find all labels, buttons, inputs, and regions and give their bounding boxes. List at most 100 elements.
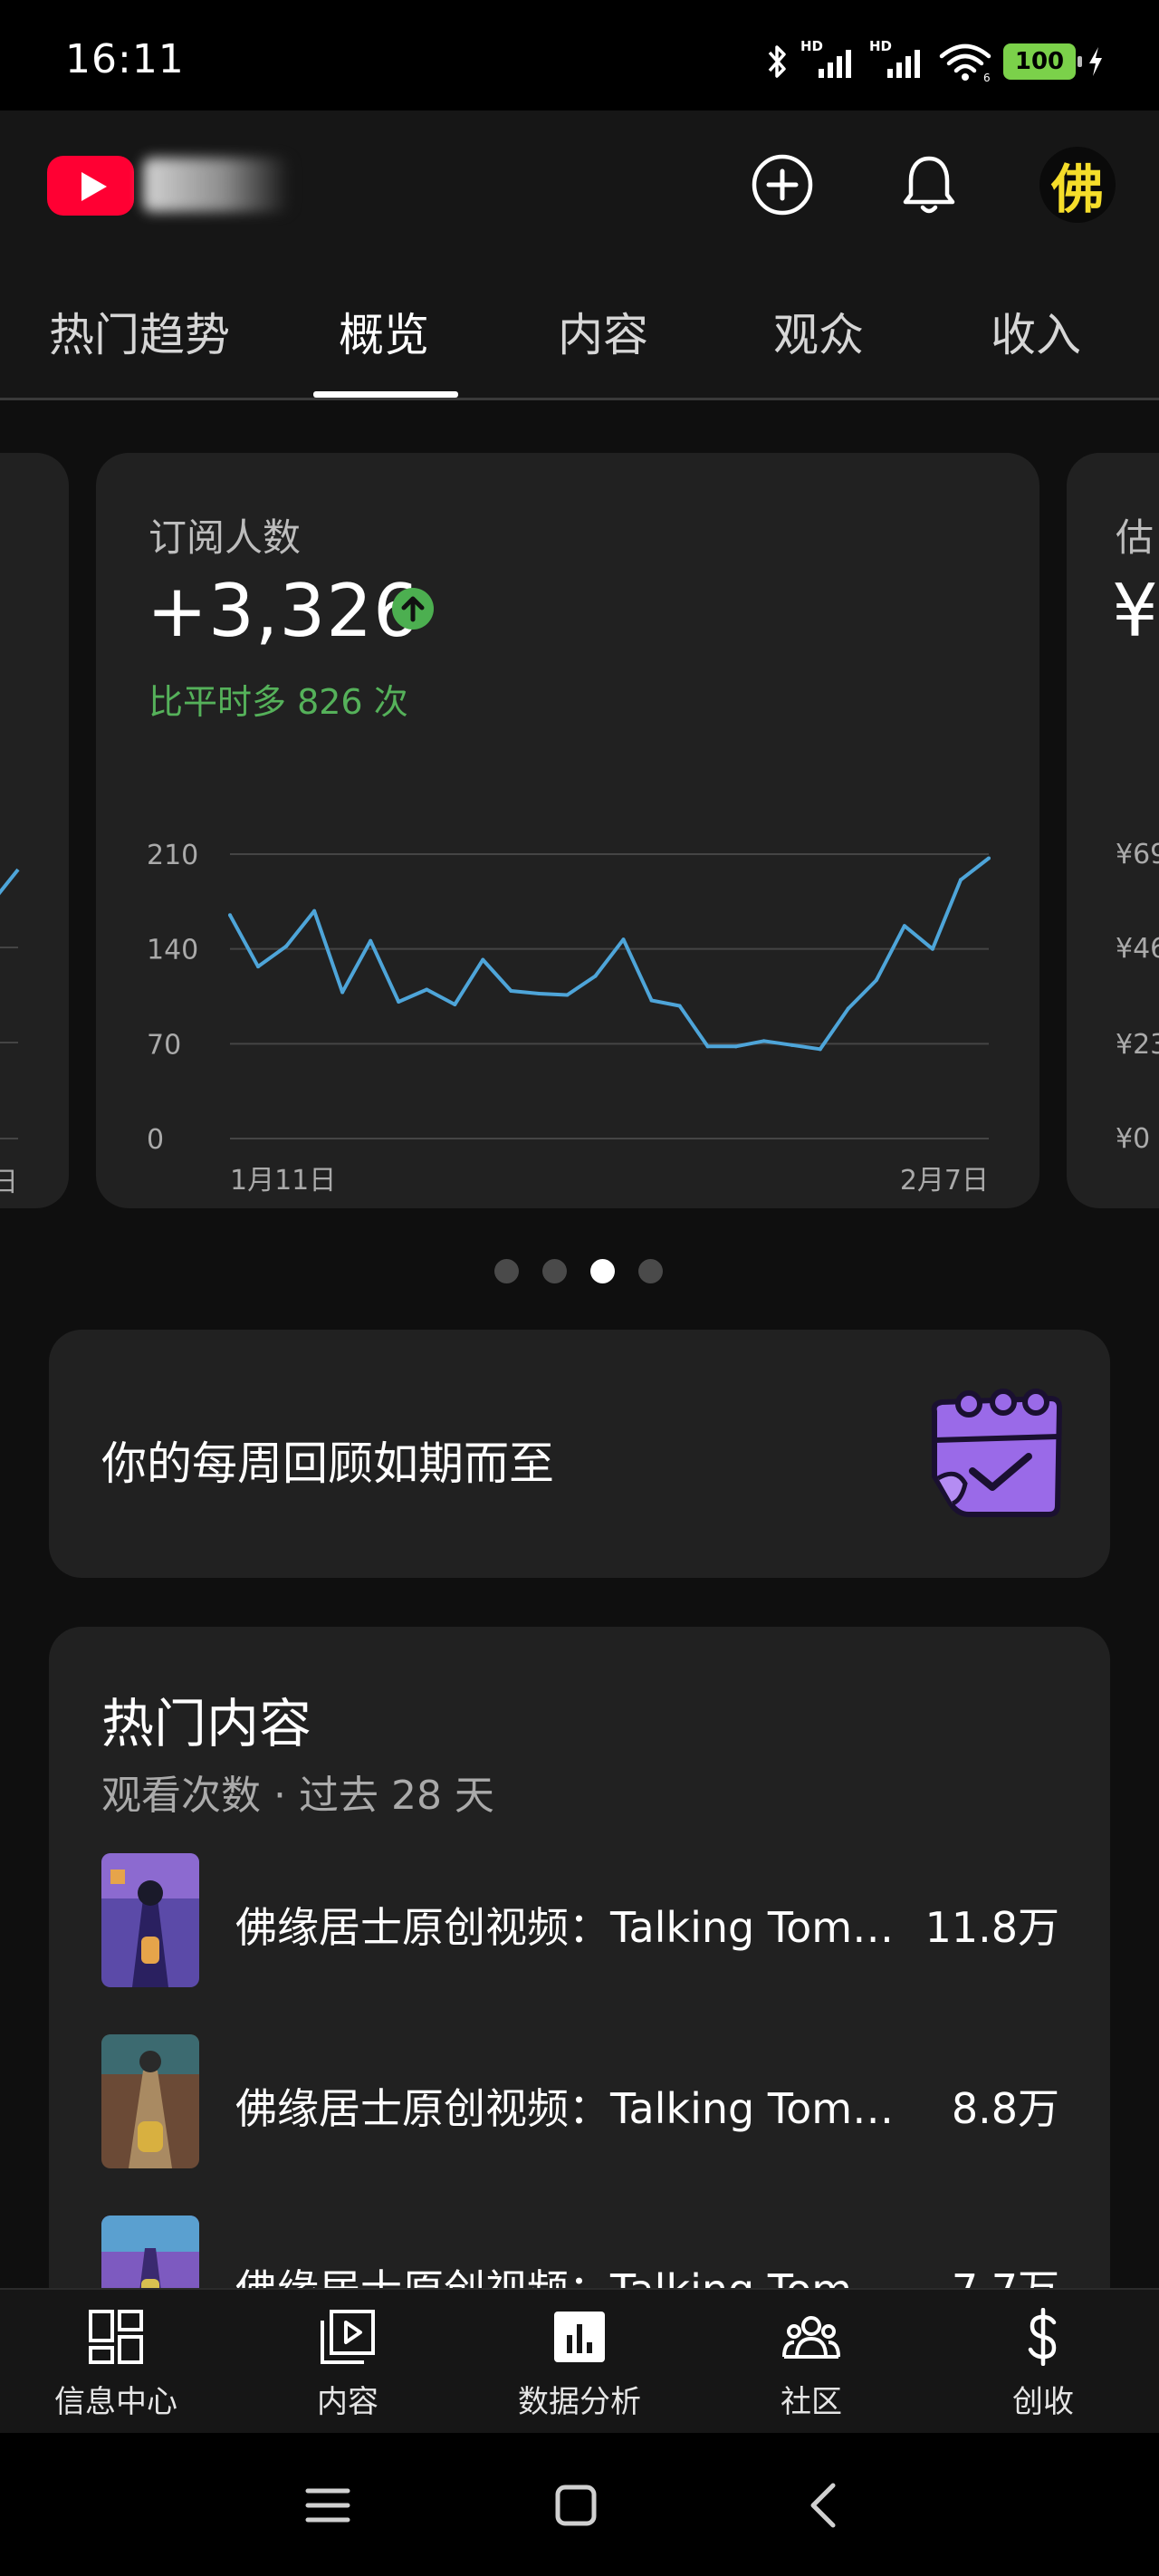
wifi-icon: 6 xyxy=(939,43,991,82)
status-icons: HD HD 6 100 xyxy=(764,38,1105,83)
data-point xyxy=(705,1044,710,1049)
y-tick-label: 210 xyxy=(147,840,198,871)
tab-bar: 热门趋势 概览 内容 观众 收入 xyxy=(0,257,1159,400)
data-point xyxy=(312,908,317,913)
tab-overview[interactable]: 概览 xyxy=(339,299,429,364)
cell-signal-icon: HD xyxy=(869,38,927,80)
view-count: 7.7万 xyxy=(952,2257,1059,2288)
data-point xyxy=(537,992,541,996)
dollar-icon xyxy=(1028,2308,1057,2366)
nav-earn[interactable]: 创收 xyxy=(927,2290,1159,2435)
data-point xyxy=(593,974,598,978)
series-line xyxy=(228,856,991,1052)
back-icon[interactable] xyxy=(790,2469,862,2542)
avatar[interactable]: 佛 xyxy=(1039,147,1116,223)
video-title: 佛缘居士原创视频：Talking Tom Gold Run 汤姆猫跑酷 xyxy=(235,2084,905,2133)
tab-audience[interactable]: 观众 xyxy=(773,299,864,364)
app-header: 佛 xyxy=(0,111,1159,257)
nav-label: 社区 xyxy=(781,2384,842,2420)
previous-card-chart: 日 xyxy=(0,868,20,1198)
page-dot[interactable] xyxy=(542,1259,567,1283)
list-item[interactable]: 佛缘居士原创视频：Talking Tom Gold Run 汤姆猫跑酷 11.8… xyxy=(101,1853,1059,1989)
status-bar: 16:11 HD HD 6 100 xyxy=(0,0,1159,111)
carousel-card-previous[interactable]: 日 xyxy=(0,453,69,1208)
subscribers-line-chart: 210 140 70 0 1月11日 2月7日 xyxy=(147,840,991,1197)
y-tick-label: ¥46 xyxy=(1116,933,1159,965)
data-point xyxy=(256,965,261,969)
weekly-recap-text: 你的每周回顾如期而至 xyxy=(101,1437,554,1490)
tab-trending[interactable]: 热门趋势 xyxy=(49,299,230,364)
data-point xyxy=(284,944,289,948)
data-point xyxy=(481,957,485,962)
popular-content-card: 热门内容 观看次数 · 过去 28 天 佛缘居士原创视频：Talking Tom… xyxy=(49,1627,1110,2288)
data-point xyxy=(790,1043,794,1047)
data-point xyxy=(340,990,345,995)
data-point xyxy=(453,1002,457,1006)
nav-analytics[interactable]: 数据分析 xyxy=(464,2290,695,2435)
nav-community[interactable]: 社区 xyxy=(695,2290,927,2435)
section-title: 热门内容 xyxy=(101,1693,312,1754)
video-thumbnail xyxy=(101,2034,199,2168)
data-point xyxy=(958,878,963,882)
view-count: 8.8万 xyxy=(951,2084,1059,2133)
bell-icon[interactable] xyxy=(895,150,963,219)
data-point xyxy=(228,913,232,918)
nav-dashboard[interactable]: 信息中心 xyxy=(0,2290,232,2435)
video-title: 佛缘居士原创视频：Talking Tom Gold Run 汤姆猫跑酷 xyxy=(235,2257,905,2288)
community-icon xyxy=(782,2316,840,2359)
bottom-navigation: 信息中心 内容 数据分析 社区 创收 xyxy=(0,2288,1159,2433)
list-item[interactable]: 佛缘居士原创视频：Talking Tom Gold Run 汤姆猫跑酷 8.8万 xyxy=(101,2034,1059,2170)
calendar-check-icon xyxy=(931,1389,1062,1517)
tab-indicator xyxy=(313,391,458,398)
nav-label: 信息中心 xyxy=(54,2384,177,2420)
nav-label: 内容 xyxy=(317,2384,378,2420)
data-point xyxy=(930,947,934,951)
data-point xyxy=(874,978,878,983)
subscribers-card[interactable]: 订阅人数 +3,326 比平时多 826 次 210 140 70 0 1月11日 2月7… xyxy=(96,453,1039,1208)
video-thumbnail xyxy=(101,2216,199,2288)
data-point xyxy=(818,1047,822,1052)
data-point xyxy=(425,987,429,992)
tab-content[interactable]: 内容 xyxy=(558,299,648,364)
youtube-play-icon[interactable] xyxy=(47,156,134,216)
tab-revenue[interactable]: 收入 xyxy=(991,299,1081,364)
data-point xyxy=(509,989,513,994)
list-item[interactable]: 佛缘居士原创视频：Talking Tom Gold Run 汤姆猫跑酷 7.7万 xyxy=(101,2216,1059,2288)
data-point xyxy=(397,999,401,1004)
y-tick-label: ¥23 xyxy=(1116,1029,1159,1061)
page-dot[interactable] xyxy=(638,1259,663,1283)
y-tick-label: 0 xyxy=(147,1124,164,1156)
video-library-icon xyxy=(321,2310,375,2364)
bluetooth-icon xyxy=(768,45,786,78)
main-content[interactable]: 日 订阅人数 +3,326 比平时多 826 次 210 140 70 0 1月11日 2… xyxy=(0,400,1159,2288)
nav-label: 创收 xyxy=(1012,2384,1074,2420)
weekly-recap-card[interactable]: 你的每周回顾如期而至 xyxy=(49,1330,1110,1578)
y-tick-label: ¥69 xyxy=(1116,839,1159,870)
add-circle-icon[interactable] xyxy=(748,150,817,219)
data-point xyxy=(621,937,626,942)
nav-content[interactable]: 内容 xyxy=(232,2290,464,2435)
page-dot-active[interactable] xyxy=(590,1259,615,1283)
cell-signal-icon: HD xyxy=(800,38,858,80)
data-point xyxy=(761,1039,766,1043)
revenue-card[interactable]: 估 ¥ ¥69 ¥46 ¥23 ¥0 xyxy=(1067,453,1159,1208)
home-icon[interactable] xyxy=(540,2469,612,2542)
analytics-icon xyxy=(554,2312,605,2362)
data-point xyxy=(846,1006,850,1011)
page-dot[interactable] xyxy=(494,1259,519,1283)
status-time: 16:11 xyxy=(65,36,185,82)
svg-text:6: 6 xyxy=(983,72,991,82)
video-thumbnail xyxy=(101,1853,199,1987)
data-point xyxy=(649,998,654,1003)
data-point xyxy=(369,938,373,943)
menu-icon[interactable] xyxy=(292,2469,364,2542)
section-subtitle: 观看次数 · 过去 28 天 xyxy=(101,1773,494,1819)
dashboard-icon xyxy=(89,2310,143,2364)
y-tick-label: 140 xyxy=(147,935,198,966)
y-tick-label: ¥0 xyxy=(1116,1123,1151,1155)
x-tick-label: 1月11日 xyxy=(230,1165,336,1197)
system-navigation-bar xyxy=(0,2433,1159,2576)
data-point xyxy=(565,993,570,997)
data-point xyxy=(677,1004,682,1008)
data-point xyxy=(987,856,991,860)
